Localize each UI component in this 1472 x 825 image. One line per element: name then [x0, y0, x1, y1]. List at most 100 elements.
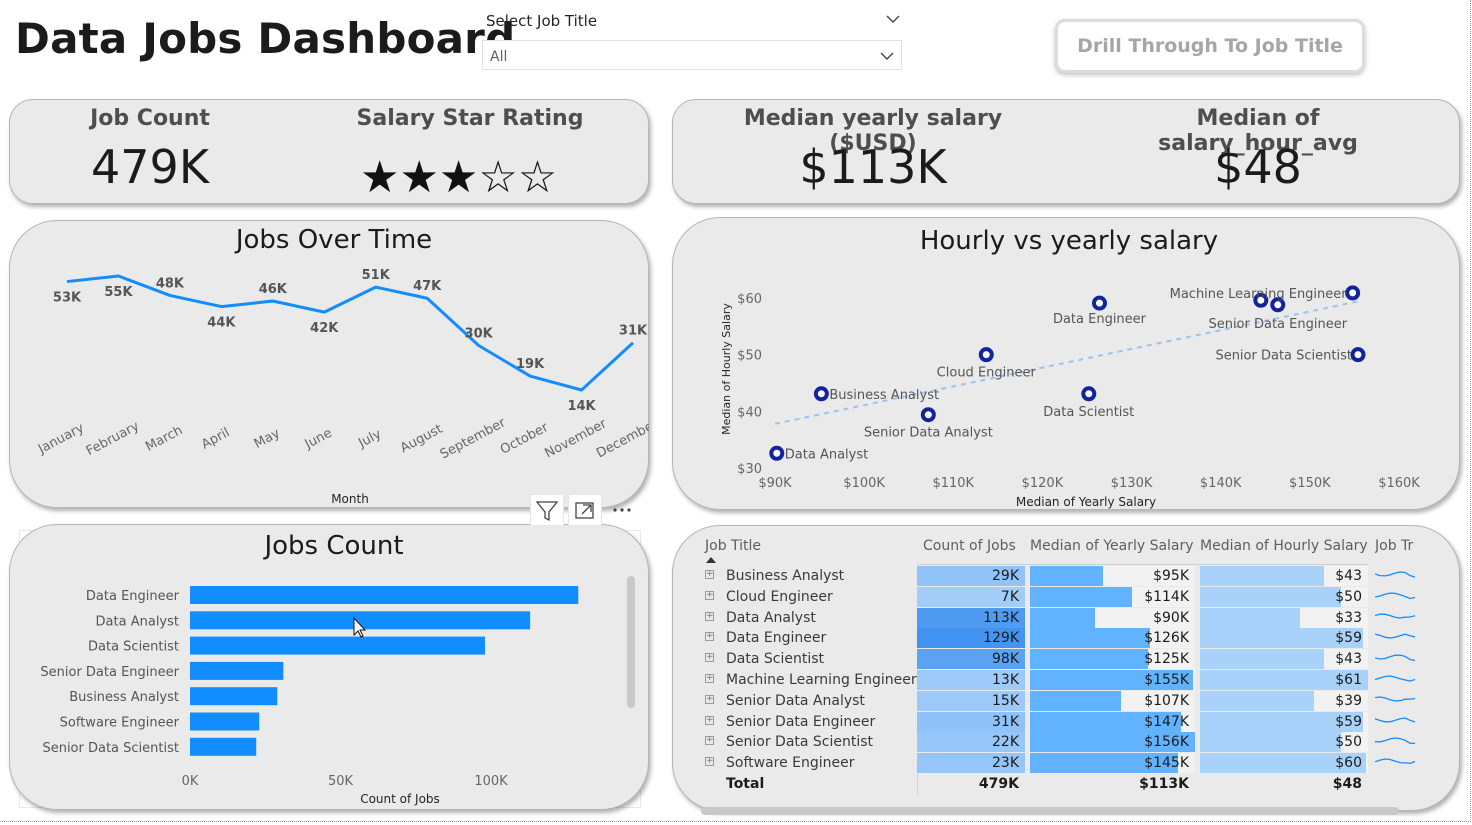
bar-category-label: Software Engineer [60, 716, 180, 731]
table-row[interactable]: + Senior Data Analyst 15K $107K $39 [701, 690, 1417, 711]
chevron-down-icon[interactable] [884, 10, 902, 28]
row-hourly: $33 [1335, 609, 1362, 626]
bar-category-label: Senior Data Engineer [40, 665, 179, 680]
row-yearly: $145K [1144, 755, 1189, 772]
total-hourly: $48 [1332, 776, 1362, 792]
line-x-tick-label: June [302, 426, 335, 453]
line-data-label: 48K [156, 276, 185, 291]
scatter-point-label: Data Analyst [785, 447, 868, 462]
table-row[interactable]: + Software Engineer 23K $145K $60 [701, 753, 1417, 774]
drill-through-button[interactable]: Drill Through To Job Title [1055, 19, 1365, 73]
line-data-label: 47K [413, 279, 442, 294]
star-rating: ★★★☆☆ [360, 152, 557, 203]
row-count: 15K [917, 690, 1025, 711]
sparkline-path [1375, 633, 1416, 640]
median-yearly-value: $113K [799, 140, 947, 194]
median-hourly-value: $48 [1214, 140, 1302, 194]
row-hourly: $50 [1335, 734, 1362, 751]
column-header-trend[interactable]: Job Tr [1375, 538, 1417, 554]
table-row[interactable]: + Senior Data Engineer 31K $147K $59 [701, 711, 1417, 732]
scatter-point-label: Senior Data Analyst [864, 426, 993, 441]
focus-mode-button[interactable] [568, 494, 602, 526]
scatter-point-label: Data Scientist [1043, 405, 1134, 420]
bar-chart: Data Engineer Data Analyst Data Scientist S… [40, 586, 579, 806]
row-job-title: Data Analyst [726, 609, 816, 626]
star-filled-icons: ★★★ [360, 152, 479, 203]
sparkline-path [1375, 675, 1416, 682]
bar-senior-data-engineer [190, 661, 284, 680]
bar-category-label: Data Scientist [88, 640, 179, 655]
bar-software-engineer [190, 712, 260, 731]
more-options-button[interactable] [606, 494, 640, 526]
expand-row-icon[interactable]: + [705, 653, 714, 663]
matrix-horizontal-scrollbar[interactable] [701, 807, 1399, 815]
chevron-down-icon [880, 52, 894, 60]
row-yearly: $126K [1144, 630, 1189, 647]
table-row[interactable]: + Data Engineer 129K $126K $59 [701, 628, 1417, 649]
scatter-chart: $30 $40 $50 $60 $90K $100K $110K $120K $130K $140… [720, 285, 1420, 509]
row-job-title: Senior Data Scientist [726, 734, 874, 751]
column-header-count[interactable]: Count of Jobs [923, 538, 1016, 554]
scatter-point [813, 386, 829, 402]
kpi-card-right: Median yearly salary ($USD) $113K Median… [672, 99, 1460, 204]
table-row[interactable]: + Cloud Engineer 7K $114K $50 [701, 586, 1417, 607]
table-row[interactable]: + Data Scientist 98K $125K $43 [701, 649, 1417, 670]
column-header-hourly[interactable]: Median of Hourly Salary [1200, 538, 1368, 554]
row-hourly: $59 [1335, 630, 1362, 647]
table-row[interactable]: + Data Analyst 113K $90K $33 [701, 607, 1417, 628]
row-job-title: Senior Data Analyst [726, 692, 865, 709]
scatter-y-axis-title: Median of Hourly Salary [720, 303, 733, 435]
row-count: 13K [917, 670, 1025, 690]
row-count: 113K [917, 607, 1025, 628]
scatter-y-tick-label: $50 [737, 349, 762, 364]
row-count: 98K [917, 649, 1025, 670]
bar-x-axis-title: Count of Jobs [360, 792, 440, 806]
line-x-tick-label: May [252, 426, 283, 452]
line-x-tick-label: February [84, 419, 142, 459]
scatter-x-axis-title: Median of Yearly Salary [1016, 495, 1156, 509]
row-yearly: $90K [1153, 609, 1189, 626]
row-trend-sparkline [1375, 758, 1416, 765]
expand-row-icon[interactable]: + [705, 715, 714, 725]
line-data-label: 55K [104, 285, 133, 300]
row-trend-sparkline [1375, 571, 1416, 578]
row-hourly: $43 [1335, 568, 1362, 584]
salary-rating-label: Salary Star Rating [356, 106, 584, 131]
expand-row-icon[interactable]: + [705, 611, 714, 621]
line-data-label: 30K [465, 327, 494, 342]
line-data-label: 19K [516, 357, 545, 372]
expand-row-icon[interactable]: + [705, 757, 714, 767]
expand-row-icon[interactable]: + [705, 674, 714, 683]
expand-row-icon[interactable]: + [705, 736, 714, 746]
expand-row-icon[interactable]: + [705, 590, 714, 600]
table-row[interactable]: + Business Analyst 29K $95K $43 [701, 566, 1417, 586]
column-header-yearly[interactable]: Median of Yearly Salary [1030, 538, 1194, 554]
scatter-y-tick-label: $30 [737, 462, 762, 477]
kpi-card-left: Job Count 479K Salary Star Rating ★★★☆☆ [9, 99, 649, 204]
line-data-label: 51K [362, 268, 391, 283]
line-series-jobs [66, 274, 635, 392]
bar-scrollbar[interactable] [627, 576, 635, 708]
sparkline-path [1375, 758, 1416, 765]
table-row[interactable]: + Machine Learning Engineer 13K $155K $61 [701, 670, 1417, 690]
job-count-value: 479K [91, 140, 209, 194]
sort-ascending-icon [706, 557, 716, 563]
row-job-title: Data Engineer [726, 630, 827, 647]
table-row[interactable]: + Senior Data Scientist 22K $156K $50 [701, 732, 1417, 753]
row-job-title: Software Engineer [726, 755, 855, 772]
scatter-x-tick-label: $90K [758, 476, 792, 491]
job-title-slicer-dropdown[interactable]: All [482, 40, 902, 70]
scatter-point-label: Data Engineer [1053, 312, 1147, 327]
filter-button[interactable] [530, 494, 564, 526]
job-count-label: Job Count [90, 106, 210, 131]
expand-row-icon[interactable]: + [705, 632, 714, 642]
line-x-tick-label: September [438, 415, 509, 462]
expand-row-icon[interactable]: + [705, 694, 714, 704]
column-header-job-title[interactable]: Job Title [705, 538, 761, 554]
scatter-point [1091, 295, 1107, 311]
line-chart: 53K 55K 48K 44K 46K 42K 51K 47K 30K 19K 14K 31K Janu… [35, 268, 649, 506]
scatter-point [1081, 386, 1097, 402]
line-x-tick-label: January [35, 421, 87, 458]
scatter-x-tick-label: $100K [843, 476, 885, 491]
expand-row-icon[interactable]: + [705, 570, 714, 579]
